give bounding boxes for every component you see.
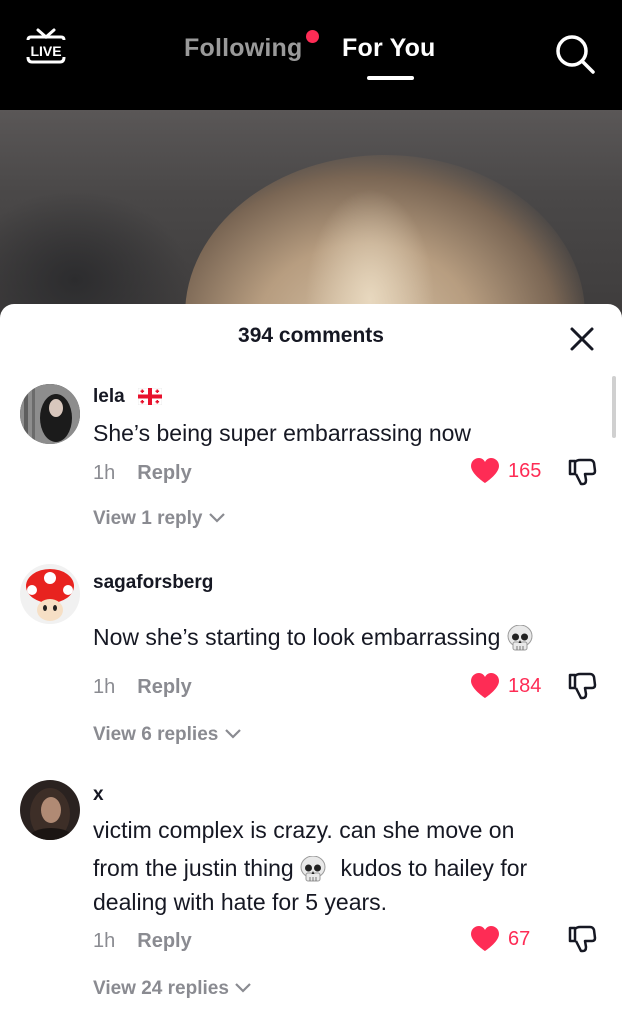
close-icon — [570, 327, 594, 351]
view-replies-button[interactable]: View 6 replies — [93, 724, 242, 746]
search-icon — [556, 35, 595, 74]
comment-meta: 1h Reply — [93, 462, 192, 485]
comment-username[interactable]: sagaforsberg — [93, 572, 213, 594]
comment-time: 1h — [93, 930, 116, 952]
comment-text-body: Now she’s starting to look embarrassing — [93, 624, 501, 650]
comment-text: Now she’s starting to look embarrassing — [93, 620, 613, 654]
like-button[interactable]: 67 — [470, 926, 530, 952]
comment-time: 1h — [93, 462, 116, 484]
heart-icon — [471, 458, 499, 483]
reply-button[interactable]: Reply — [137, 930, 191, 952]
avatar[interactable] — [20, 780, 80, 840]
scrollbar[interactable] — [612, 376, 616, 438]
georgia-flag-icon — [137, 388, 162, 406]
live-label: LIVE — [30, 43, 61, 59]
view-replies-label[interactable]: View 24 replies — [93, 978, 229, 999]
comment-time: 1h — [93, 676, 116, 698]
comment-text-segment: kudos to hailey for — [340, 855, 528, 881]
view-replies-label[interactable]: View 1 reply — [93, 508, 203, 529]
like-button[interactable]: 165 — [470, 458, 541, 484]
avatar[interactable] — [20, 384, 80, 444]
thumbs-down-icon — [568, 672, 597, 700]
reply-button[interactable]: Reply — [137, 676, 191, 698]
thumbs-down-icon — [568, 925, 597, 953]
username-text[interactable]: lela — [93, 386, 125, 407]
avatar[interactable] — [20, 564, 80, 624]
close-button[interactable] — [569, 326, 595, 352]
comment-text-line: from the justin thing kudos to hailey fo… — [93, 851, 613, 885]
comments-count-title: 394 comments — [238, 324, 384, 347]
tab-following[interactable]: Following — [184, 34, 302, 63]
dislike-button[interactable] — [567, 458, 597, 486]
comment-text-line: victim complex is crazy. can she move on — [93, 817, 515, 843]
comment-username[interactable]: x — [93, 784, 104, 806]
chevron-down-icon — [209, 513, 225, 523]
comment-meta: 1h Reply — [93, 676, 192, 699]
thumbs-down-icon — [568, 458, 597, 486]
comments-sheet: 394 comments lela She’s being super emba… — [0, 304, 622, 1024]
active-tab-indicator — [367, 76, 414, 80]
dislike-button[interactable] — [567, 672, 597, 700]
heart-icon — [471, 926, 499, 951]
search-button[interactable] — [554, 33, 596, 75]
skull-icon — [507, 624, 533, 651]
like-count: 165 — [508, 459, 542, 482]
like-button[interactable]: 184 — [470, 673, 541, 699]
like-count: 67 — [508, 927, 531, 950]
comment-text: victim complex is crazy. can she move on… — [93, 813, 613, 919]
chevron-down-icon — [224, 729, 241, 739]
live-button[interactable]: LIVE — [24, 26, 68, 70]
dislike-button[interactable] — [567, 925, 597, 953]
heart-icon — [471, 673, 499, 698]
video-preview[interactable] — [0, 110, 622, 320]
comment-text-segment: from the justin thing — [93, 855, 294, 881]
view-replies-button[interactable]: View 1 reply — [93, 508, 226, 530]
comment-meta: 1h Reply — [93, 930, 192, 953]
notification-dot — [306, 30, 319, 43]
skull-icon — [300, 855, 326, 882]
comment-username[interactable]: lela — [93, 386, 162, 408]
reply-button[interactable]: Reply — [137, 462, 191, 484]
view-replies-label[interactable]: View 6 replies — [93, 724, 218, 745]
top-navigation-bar: LIVE Following For You — [0, 0, 622, 110]
like-count: 184 — [508, 674, 542, 697]
comment-text: She’s being super embarrassing now — [93, 420, 472, 446]
chevron-down-icon — [235, 983, 251, 993]
tab-for-you[interactable]: For You — [342, 34, 436, 63]
view-replies-button[interactable]: View 24 replies — [93, 978, 252, 1000]
comment-text-line: dealing with hate for 5 years. — [93, 889, 388, 915]
live-tv-icon: LIVE — [26, 28, 66, 64]
